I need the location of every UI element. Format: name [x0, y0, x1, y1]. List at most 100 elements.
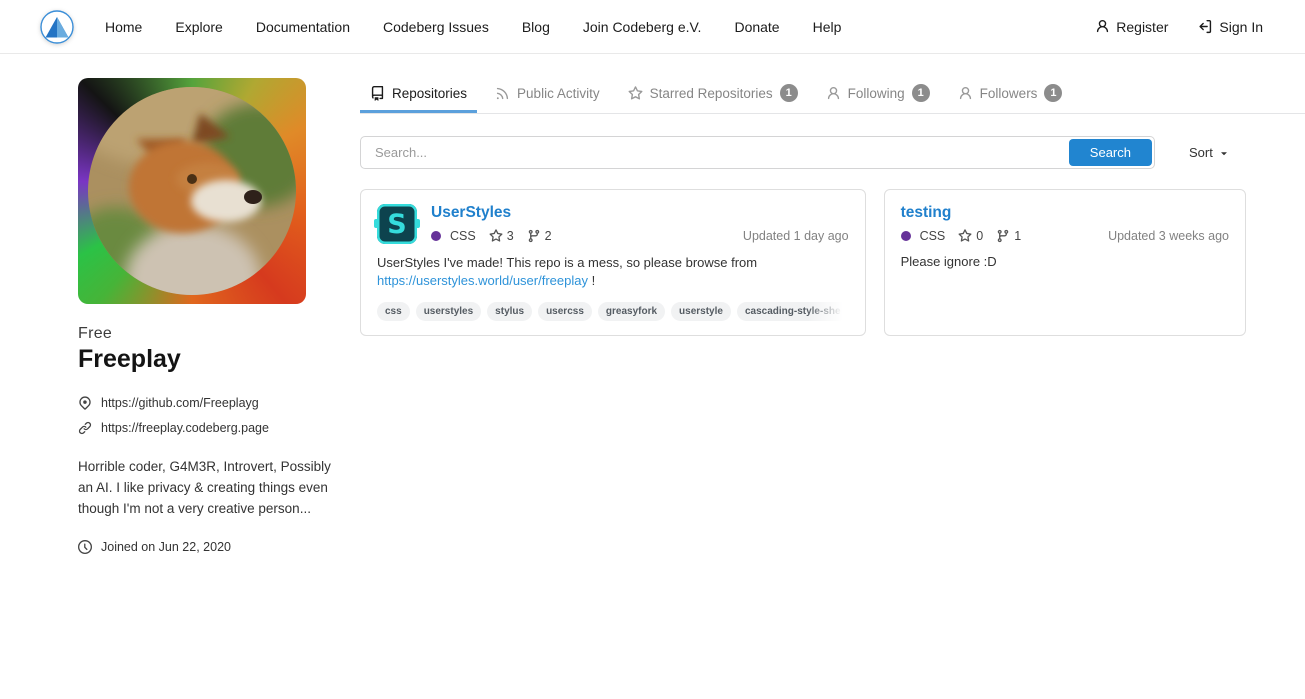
register-button[interactable]: Register [1095, 19, 1168, 35]
nav-help[interactable]: Help [813, 19, 842, 35]
person-icon [958, 86, 973, 101]
starred-count-badge: 1 [780, 84, 798, 102]
topic-pill[interactable]: userstyle [671, 302, 731, 321]
tab-starred-label: Starred Repositories [650, 86, 773, 101]
nav-donate[interactable]: Donate [734, 19, 779, 35]
star-icon [489, 229, 503, 243]
nav-explore[interactable]: Explore [175, 19, 222, 35]
topic-pill[interactable]: userstyles [416, 302, 481, 321]
repo-description: Please ignore :D [901, 253, 1229, 271]
git-fork-icon [996, 229, 1010, 243]
tab-repositories[interactable]: Repositories [360, 80, 477, 112]
search-input[interactable] [361, 137, 1154, 168]
profile-location-row: https://github.com/Freeplayg [78, 396, 338, 410]
sign-in-label: Sign In [1219, 19, 1263, 35]
tab-followers[interactable]: Followers 1 [948, 78, 1073, 113]
repo-updated: Updated 3 weeks ago [1108, 229, 1229, 243]
repository-list: S UserStyles CSS 3 [360, 189, 1246, 336]
topic-pill[interactable]: usercss [538, 302, 592, 321]
tab-followers-label: Followers [980, 86, 1038, 101]
stylus-logo-icon: S [387, 211, 406, 238]
repo-topics: css userstyles stylus usercss greasyfork… [377, 302, 849, 321]
codeberg-logo[interactable] [40, 10, 74, 44]
description-text: UserStyles I've made! This repo is a mes… [377, 255, 757, 270]
topic-pill[interactable]: stylus [487, 302, 532, 321]
profile-joined-row: Joined on Jun 22, 2020 [78, 540, 338, 554]
tab-public-activity-label: Public Activity [517, 86, 600, 101]
nav-documentation[interactable]: Documentation [256, 19, 350, 35]
repo-star-count: 3 [489, 229, 514, 243]
repo-avatar-stylus[interactable]: S [377, 204, 417, 244]
profile-username: Free [78, 325, 338, 343]
top-navbar: Home Explore Documentation Codeberg Issu… [0, 0, 1305, 54]
repo-meta-row: CSS 0 1 Updated 3 weeks ago [901, 229, 1229, 243]
profile-website-text[interactable]: https://freeplay.codeberg.page [101, 421, 269, 435]
search-button[interactable]: Search [1069, 139, 1152, 166]
sort-label: Sort [1189, 145, 1213, 160]
tab-starred-repositories[interactable]: Starred Repositories 1 [618, 78, 808, 113]
chevron-down-icon [1218, 147, 1230, 159]
person-icon [1095, 19, 1110, 34]
repo-icon [370, 86, 385, 101]
register-label: Register [1116, 19, 1168, 35]
star-count: 3 [507, 229, 514, 243]
star-icon [958, 229, 972, 243]
repo-link-testing[interactable]: testing [901, 204, 952, 222]
repo-card-userstyles: S UserStyles CSS 3 [360, 189, 866, 336]
rss-icon [495, 86, 510, 101]
star-count: 0 [976, 229, 983, 243]
topic-pill[interactable]: css [377, 302, 410, 321]
following-count-badge: 1 [912, 84, 930, 102]
repo-search-row: Search Sort [360, 136, 1246, 169]
profile-location-text[interactable]: https://github.com/Freeplayg [101, 396, 259, 410]
repo-fork-count: 1 [996, 229, 1021, 243]
followers-count-badge: 1 [1044, 84, 1062, 102]
language-dot-icon [901, 231, 911, 241]
repo-language: CSS [901, 229, 946, 243]
git-fork-icon [527, 229, 541, 243]
tab-public-activity[interactable]: Public Activity [485, 80, 610, 112]
topic-pill[interactable]: cascading-style-she [737, 302, 849, 321]
nav-join-codeberg[interactable]: Join Codeberg e.V. [583, 19, 702, 35]
fork-count: 1 [1014, 229, 1021, 243]
tab-following-label: Following [848, 86, 905, 101]
main-nav: Home Explore Documentation Codeberg Issu… [105, 19, 841, 35]
profile-display-name: Freeplay [78, 345, 338, 374]
sign-in-icon [1198, 19, 1213, 34]
repo-fork-count: 2 [527, 229, 552, 243]
codeberg-mountain-icon [40, 10, 74, 44]
fox-avatar-image [88, 87, 296, 295]
nav-blog[interactable]: Blog [522, 19, 550, 35]
auth-area: Register Sign In [1095, 19, 1263, 35]
profile-avatar [78, 78, 306, 304]
repo-link-userstyles[interactable]: UserStyles [431, 204, 511, 222]
link-icon [78, 421, 92, 435]
sign-in-button[interactable]: Sign In [1198, 19, 1263, 35]
star-icon [628, 86, 643, 101]
sort-dropdown[interactable]: Sort [1189, 145, 1230, 160]
fork-count: 2 [545, 229, 552, 243]
description-link[interactable]: https://userstyles.world/user/freeplay [377, 273, 588, 288]
topic-pill[interactable]: greasyfork [598, 302, 665, 321]
profile-sidebar: Free Freeplay https://github.com/Freepla… [78, 78, 338, 554]
language-label: CSS [450, 229, 476, 243]
repo-updated: Updated 1 day ago [743, 229, 849, 243]
profile-tabs: Repositories Public Activity Starred Rep… [360, 78, 1305, 114]
profile-joined-text: Joined on Jun 22, 2020 [101, 540, 231, 554]
location-icon [78, 396, 92, 410]
repo-card-testing: testing CSS 0 [884, 189, 1246, 336]
person-icon [826, 86, 841, 101]
profile-website-row: https://freeplay.codeberg.page [78, 421, 338, 435]
page-body: Free Freeplay https://github.com/Freepla… [0, 54, 1305, 554]
nav-home[interactable]: Home [105, 19, 142, 35]
nav-codeberg-issues[interactable]: Codeberg Issues [383, 19, 489, 35]
repo-star-count: 0 [958, 229, 983, 243]
description-text: ! [588, 273, 595, 288]
repo-meta-row: CSS 3 2 Updated 1 day ago [431, 229, 849, 243]
tab-following[interactable]: Following 1 [816, 78, 940, 113]
repo-language: CSS [431, 229, 476, 243]
language-dot-icon [431, 231, 441, 241]
clock-icon [78, 540, 92, 554]
repo-description: UserStyles I've made! This repo is a mes… [377, 254, 849, 290]
tab-repositories-label: Repositories [392, 86, 467, 101]
